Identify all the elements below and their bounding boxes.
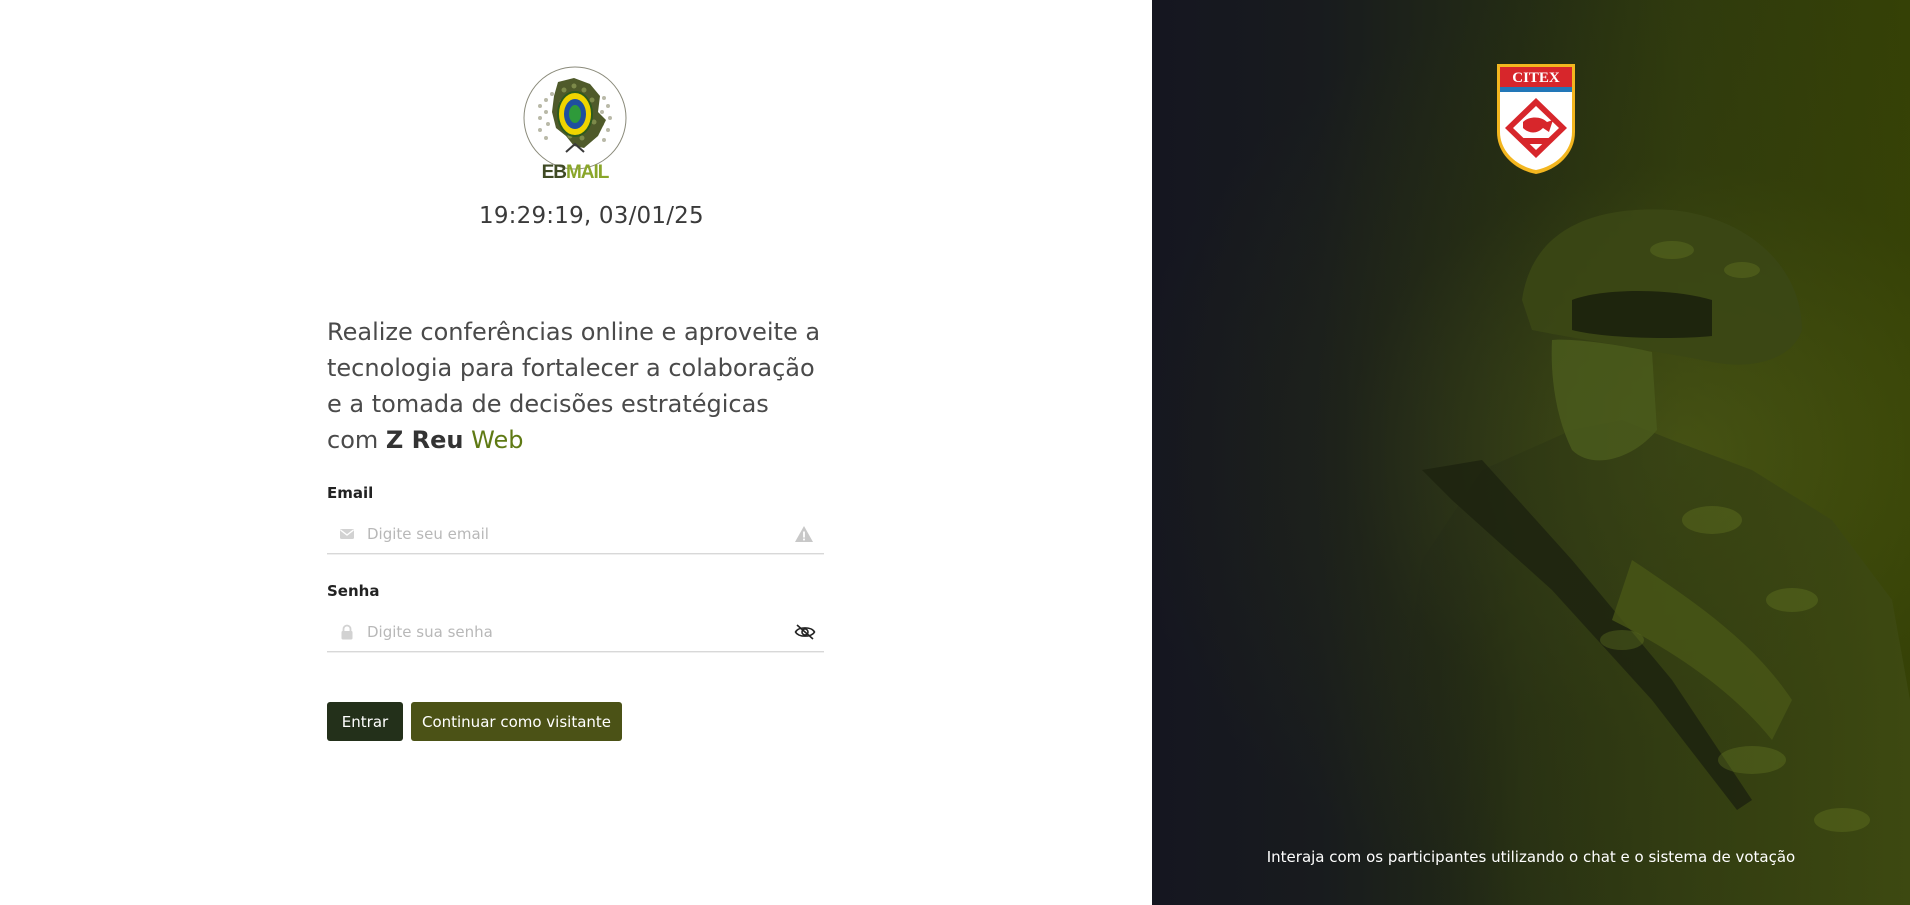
password-input[interactable] (367, 613, 767, 651)
svg-text:CITEX: CITEX (1512, 70, 1560, 86)
lock-icon (339, 624, 355, 640)
email-input[interactable] (367, 515, 767, 553)
enter-button[interactable]: Entrar (327, 702, 403, 741)
email-label: Email (327, 484, 374, 502)
password-field-wrapper (327, 613, 824, 652)
login-page: EBMAIL 19:29:19, 03/01/25 Realize confer… (0, 0, 1910, 905)
svg-text:EBMAIL: EBMAIL (542, 162, 610, 183)
continue-as-guest-button[interactable]: Continuar como visitante (411, 702, 622, 741)
password-label: Senha (327, 582, 380, 600)
warning-icon (794, 525, 814, 543)
email-field-wrapper (327, 515, 824, 554)
panel-footer-text: Interaja com os participantes utilizando… (1266, 848, 1796, 866)
brand-name: Z Reu (385, 426, 464, 454)
datetime-text: 19:29:19, 03/01/25 (479, 203, 704, 229)
headline: Realize conferências online e aproveite … (327, 314, 827, 458)
envelope-icon (339, 526, 355, 542)
ebmail-logo: EBMAIL (518, 66, 632, 184)
eye-slash-icon[interactable] (794, 623, 816, 641)
side-panel: CITEX Interaja com os participantes util… (1152, 0, 1910, 905)
citex-emblem: CITEX (1495, 62, 1577, 176)
login-panel: EBMAIL 19:29:19, 03/01/25 Realize confer… (0, 0, 1152, 905)
brand-name-accent: Web (471, 426, 524, 454)
